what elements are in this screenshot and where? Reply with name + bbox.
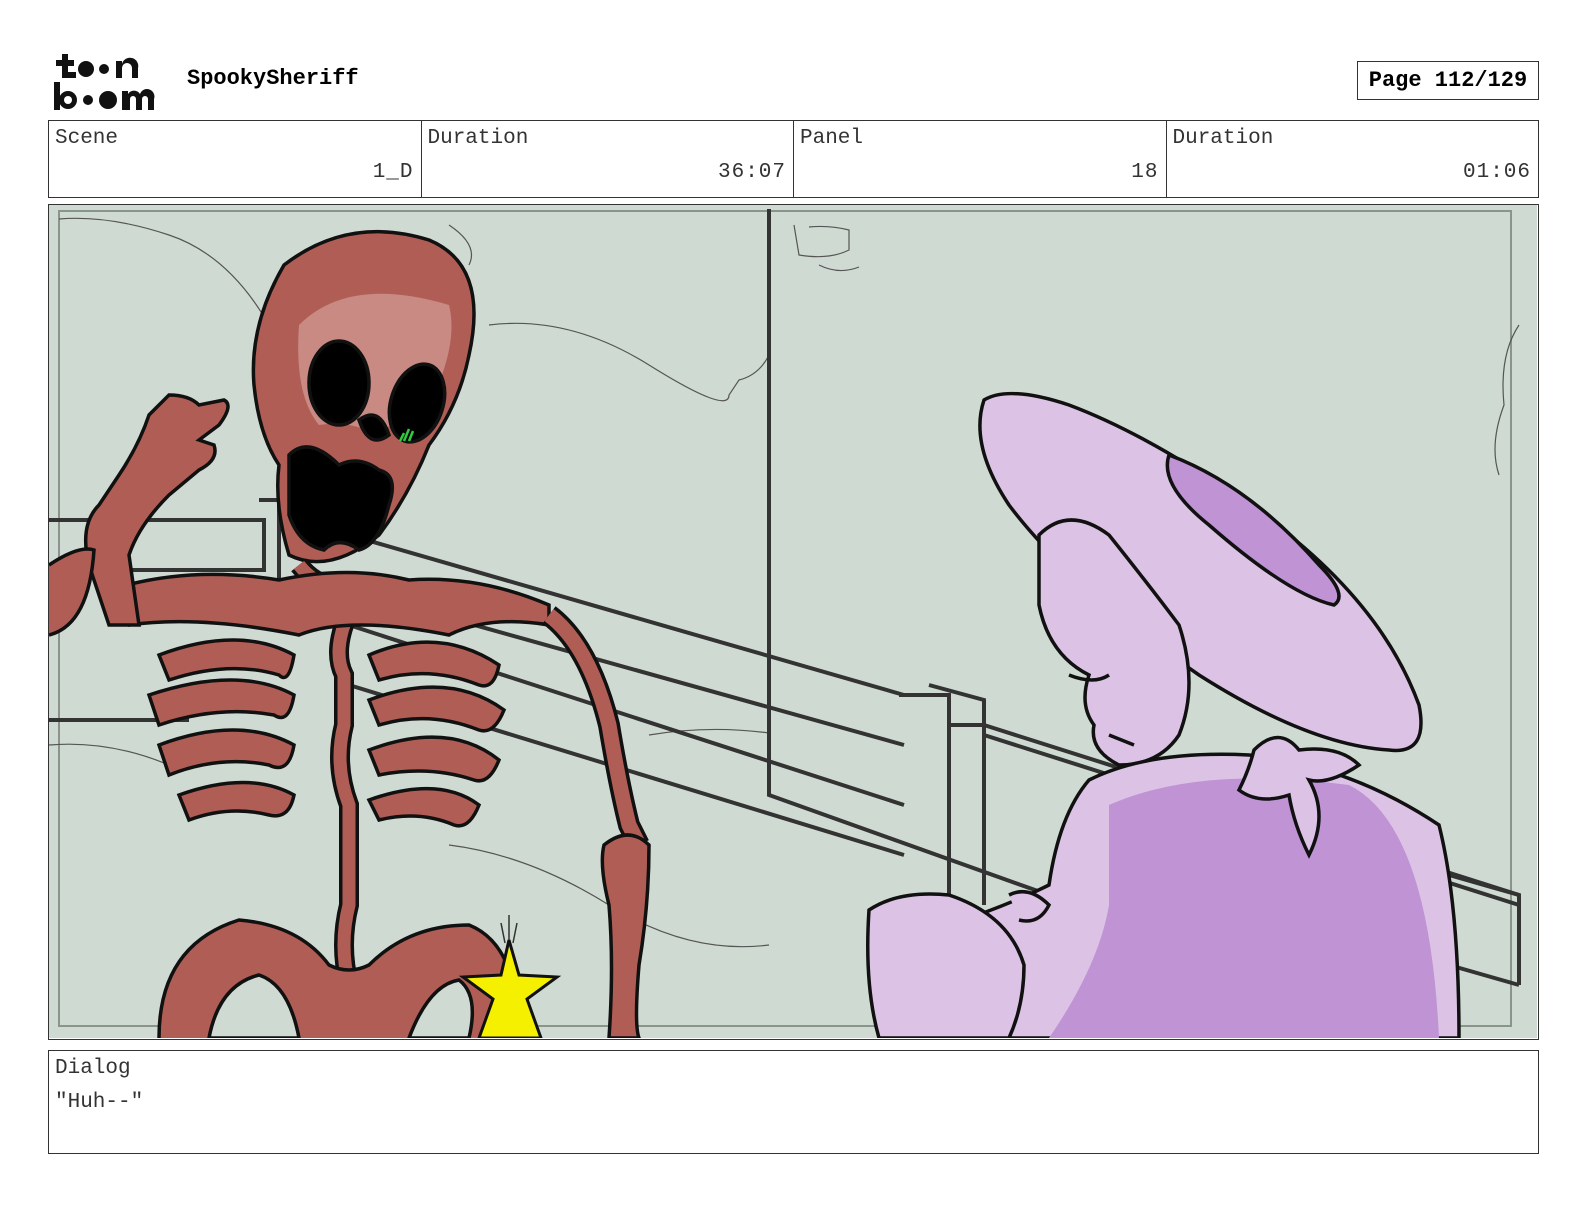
toonboom-logo bbox=[52, 52, 164, 112]
panel-duration-label: Duration bbox=[1172, 127, 1274, 150]
panel-cell: Panel 18 bbox=[794, 121, 1167, 197]
scene-duration-value: 36:07 bbox=[717, 161, 786, 184]
dialog-box: Dialog "Huh--" bbox=[48, 1050, 1539, 1154]
dialog-text: "Huh--" bbox=[55, 1091, 144, 1114]
scene-duration-label: Duration bbox=[427, 127, 529, 150]
dialog-label: Dialog bbox=[55, 1057, 131, 1080]
scene-duration-cell: Duration 36:07 bbox=[422, 121, 794, 197]
panel-duration-cell: Duration 01:06 bbox=[1167, 121, 1539, 197]
page-indicator: Page 112/129 bbox=[1357, 61, 1539, 100]
shot-info-table: Scene 1_D Duration 36:07 Panel 18 Durati… bbox=[48, 120, 1539, 198]
panel-label: Panel bbox=[800, 127, 864, 150]
project-title: SpookySheriff bbox=[187, 66, 359, 91]
panel-value: 18 bbox=[1131, 161, 1159, 184]
storyboard-panel-image bbox=[48, 204, 1539, 1040]
scene-value: 1_D bbox=[372, 161, 414, 184]
panel-duration-value: 01:06 bbox=[1462, 161, 1531, 184]
scene-label: Scene bbox=[55, 127, 119, 150]
scene-cell: Scene 1_D bbox=[49, 121, 422, 197]
